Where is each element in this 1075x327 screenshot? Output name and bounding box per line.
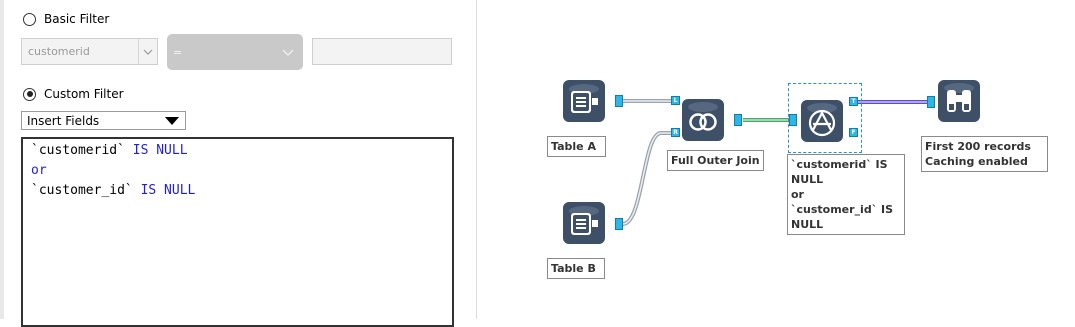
field-select-value: customerid xyxy=(28,45,90,58)
join-output-anchor[interactable] xyxy=(734,114,742,126)
table-a-label: Table A xyxy=(547,136,606,157)
browse-label-line: First 200 records xyxy=(925,140,1031,153)
input-data-icon xyxy=(569,206,599,235)
filter-label-line: NULL xyxy=(791,173,824,186)
browse-tool[interactable] xyxy=(938,80,980,122)
filter-label: `customerid` IS NULL or `customer_id` IS… xyxy=(787,154,905,235)
expression-line: or xyxy=(31,161,452,181)
wire-table-b-join xyxy=(622,131,671,226)
custom-filter-label: Custom Filter xyxy=(44,87,124,101)
filter-label-line: or xyxy=(791,188,804,201)
chevron-down-icon xyxy=(138,39,157,64)
browse-label-line: Caching enabled xyxy=(925,155,1028,168)
panel-divider xyxy=(476,0,477,319)
browse-icon xyxy=(944,83,974,112)
join-tool[interactable] xyxy=(682,99,724,141)
field-select[interactable]: customerid xyxy=(21,38,158,65)
filter-label-line: `customerid` IS xyxy=(791,158,888,171)
expression-editor[interactable]: `customerid` IS NULL or `customer_id` IS N… xyxy=(21,137,454,327)
basic-filter-label: Basic Filter xyxy=(44,12,110,26)
expression-keyword: IS NULL xyxy=(124,143,188,158)
filter-false-output-port[interactable]: F xyxy=(849,128,858,137)
join-label: Full Outer Join xyxy=(667,150,764,171)
chevron-down-icon xyxy=(273,49,303,56)
custom-filter-option[interactable]: Custom Filter xyxy=(23,87,124,101)
table-b-output-anchor[interactable] xyxy=(615,218,623,230)
filter-label-line: `customer_id` IS xyxy=(791,203,894,216)
join-icon xyxy=(688,102,718,131)
browse-input-anchor[interactable] xyxy=(927,96,935,108)
dropdown-arrow-icon xyxy=(165,117,179,125)
filter-true-output-port[interactable]: T xyxy=(849,97,858,106)
basic-filter-radio[interactable] xyxy=(23,12,36,26)
expression-field: `customerid` xyxy=(31,143,125,158)
browse-label: First 200 records Caching enabled xyxy=(921,136,1048,172)
expression-keyword: IS NULL xyxy=(132,183,196,198)
basic-filter-option[interactable]: Basic Filter xyxy=(23,12,109,26)
expression-line: `customer_id` IS NULL xyxy=(31,181,452,201)
filter-tool[interactable] xyxy=(801,100,843,142)
join-left-input-port[interactable]: L xyxy=(671,96,680,105)
table-b-tool[interactable] xyxy=(563,202,605,244)
operator-select-value: = xyxy=(173,45,183,59)
join-right-input-port[interactable]: R xyxy=(671,128,680,137)
insert-fields-dropdown[interactable]: Insert Fields xyxy=(21,111,186,130)
filter-input-anchor[interactable] xyxy=(789,114,797,126)
table-a-output-anchor[interactable] xyxy=(615,95,623,107)
expression-field: `customer_id` xyxy=(31,183,133,198)
table-b-label: Table B xyxy=(547,258,605,279)
expression-line: `customerid` IS NULL xyxy=(31,141,452,161)
filter-config-panel: Basic Filter customerid = Custom Filter … xyxy=(0,0,484,327)
panel-left-edge xyxy=(0,0,4,319)
custom-filter-radio[interactable] xyxy=(23,87,36,101)
workflow-canvas[interactable]: Table A Table B L R Full Outer Join T F … xyxy=(485,0,1075,319)
expression-keyword: or xyxy=(31,163,47,178)
table-a-tool[interactable] xyxy=(563,80,605,122)
insert-fields-label: Insert Fields xyxy=(27,113,100,128)
filter-icon xyxy=(807,103,837,137)
value-input[interactable] xyxy=(312,38,452,65)
input-data-icon xyxy=(569,84,599,113)
filter-label-line: NULL xyxy=(791,218,824,231)
operator-select[interactable]: = xyxy=(167,34,303,70)
